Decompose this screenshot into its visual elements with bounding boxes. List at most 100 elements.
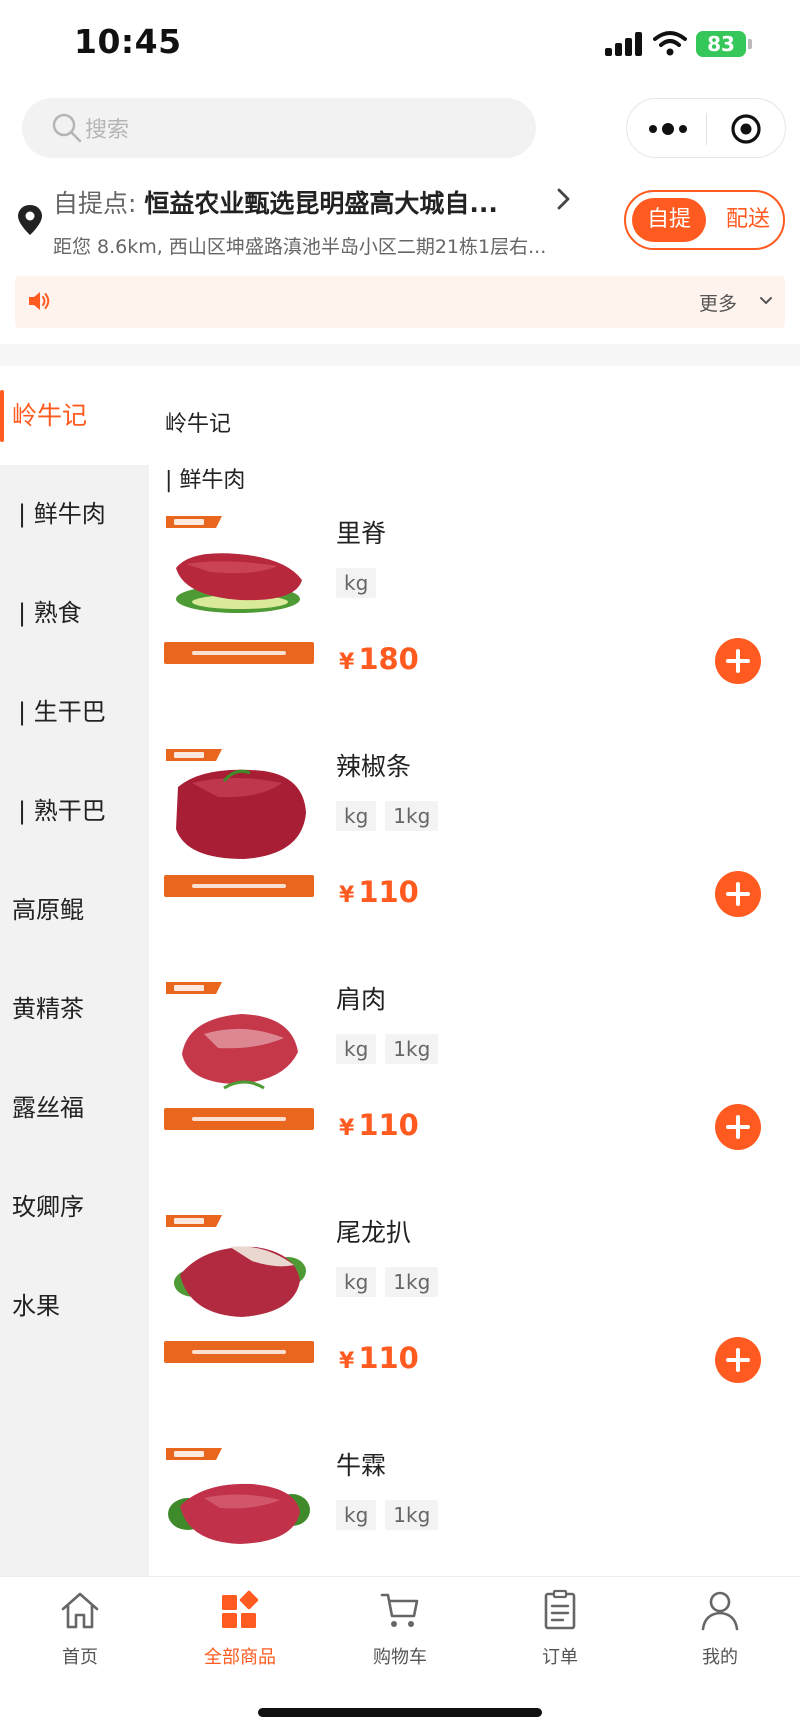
tab-all-products[interactable]: 全部商品: [160, 1589, 320, 1679]
add-to-cart-button[interactable]: [715, 1104, 761, 1150]
close-mini-program-icon[interactable]: [730, 113, 762, 145]
tab-cart[interactable]: 购物车: [320, 1589, 480, 1679]
more-menu-button[interactable]: [649, 123, 687, 135]
speaker-icon: [29, 292, 50, 310]
pickup-label: 自提点:: [53, 189, 137, 218]
product-price: ¥110: [339, 1108, 419, 1142]
product-image[interactable]: [164, 1213, 314, 1363]
product-card[interactable]: 尾龙扒 kg 1kg ¥110: [149, 1213, 800, 1446]
add-to-cart-button[interactable]: [715, 638, 761, 684]
delivery-mode-toggle: 自提 配送: [624, 190, 785, 250]
tab-profile[interactable]: 我的: [640, 1589, 800, 1679]
product-name: 里脊: [336, 519, 387, 548]
price-amount: 180: [358, 642, 419, 676]
home-icon: [61, 1592, 99, 1629]
sidebar-item-cooked-dried-beef[interactable]: | 熟干巴: [0, 762, 149, 861]
search-input[interactable]: 搜索: [22, 98, 536, 158]
status-bar: 10:45 83: [0, 0, 800, 90]
spec-tag[interactable]: 1kg: [385, 1034, 439, 1064]
home-indicator: [258, 1708, 542, 1717]
profile-icon: [701, 1591, 739, 1631]
product-spec-tags: kg 1kg: [336, 801, 447, 831]
product-spec-tags: kg 1kg: [336, 1267, 447, 1297]
price-currency: ¥: [339, 650, 355, 675]
price-amount: 110: [358, 1108, 419, 1142]
product-image[interactable]: [164, 1446, 314, 1576]
tab-home[interactable]: 首页: [0, 1589, 160, 1679]
sidebar-item-meiqingxu[interactable]: 玫卿序: [0, 1158, 149, 1257]
cellular-signal-icon: [605, 32, 645, 56]
sidebar-item-cooked-food[interactable]: | 熟食: [0, 564, 149, 663]
subcategory-title: | 鲜牛肉: [165, 468, 246, 493]
tab-label: 全部商品: [204, 1647, 276, 1668]
add-to-cart-button[interactable]: [715, 1337, 761, 1383]
tab-label: 首页: [62, 1647, 98, 1668]
price-currency: ¥: [339, 1116, 355, 1141]
spec-tag[interactable]: 1kg: [385, 1500, 439, 1530]
product-image[interactable]: [164, 514, 314, 664]
spec-tag[interactable]: kg: [336, 1500, 377, 1530]
price-amount: 110: [358, 1341, 419, 1375]
tab-label: 购物车: [373, 1647, 427, 1668]
product-price: ¥110: [339, 875, 419, 909]
product-price: ¥110: [339, 1341, 419, 1375]
notice-more-link[interactable]: 更多: [699, 289, 737, 316]
sidebar-item-raw-dried-beef[interactable]: | 生干巴: [0, 663, 149, 762]
product-spec-tags: kg 1kg: [336, 1500, 447, 1530]
price-currency: ¥: [339, 883, 355, 908]
sidebar-item-fresh-beef[interactable]: | 鲜牛肉: [0, 465, 149, 564]
product-spec-tags: kg 1kg: [336, 1034, 447, 1064]
mini-program-capsule: [626, 98, 786, 158]
chevron-down-icon[interactable]: [759, 296, 773, 306]
sidebar-item-linniuji[interactable]: 岭牛记: [0, 366, 149, 465]
search-icon: [52, 113, 82, 143]
orders-icon: [544, 1589, 576, 1630]
add-to-cart-button[interactable]: [715, 871, 761, 917]
all-products-icon: [222, 1590, 259, 1628]
product-card[interactable]: 牛霖 kg 1kg: [149, 1446, 800, 1576]
chevron-right-icon[interactable]: [553, 187, 573, 211]
spec-tag[interactable]: 1kg: [385, 801, 439, 831]
sidebar-item-plateau-fish[interactable]: 高原鲲: [0, 861, 149, 960]
pickup-address: 距您 8.6km, 西山区坤盛路滇池半岛小区二期21栋1层右...: [53, 236, 547, 258]
category-sidebar: 岭牛记 | 鲜牛肉 | 熟食 | 生干巴 | 熟干巴 高原鲲 黄精茶 露丝福 玫…: [0, 366, 149, 1576]
product-name: 肩肉: [336, 985, 387, 1014]
cart-icon: [380, 1593, 419, 1627]
sidebar-item-lusifu[interactable]: 露丝福: [0, 1059, 149, 1158]
product-name: 尾龙扒: [336, 1218, 412, 1247]
battery-cap: [748, 39, 752, 49]
price-amount: 110: [358, 875, 419, 909]
sidebar-item-fruit[interactable]: 水果: [0, 1257, 149, 1356]
delivery-button[interactable]: 配送: [718, 198, 778, 242]
product-card[interactable]: 辣椒条 kg 1kg ¥110: [149, 747, 800, 980]
price-currency: ¥: [339, 1349, 355, 1374]
spec-tag[interactable]: 1kg: [385, 1267, 439, 1297]
product-card[interactable]: 里脊 kg ¥180: [149, 514, 800, 747]
product-image[interactable]: [164, 980, 314, 1130]
capsule-divider: [706, 113, 707, 145]
status-time: 10:45: [74, 22, 182, 61]
spec-tag[interactable]: kg: [336, 568, 377, 598]
search-placeholder: 搜索: [85, 118, 130, 143]
tab-label: 我的: [702, 1647, 738, 1668]
spec-tag[interactable]: kg: [336, 1034, 377, 1064]
notice-bar: 更多: [15, 276, 785, 328]
product-list: 岭牛记 | 鲜牛肉 里脊 kg ¥180 辣椒条 kg 1kg ¥ 110 肩肉…: [149, 366, 800, 1576]
product-card[interactable]: 肩肉 kg 1kg ¥110: [149, 980, 800, 1213]
product-price: ¥180: [339, 642, 419, 676]
self-pickup-button[interactable]: 自提: [632, 198, 706, 242]
section-divider: [0, 344, 800, 366]
spec-tag[interactable]: kg: [336, 801, 377, 831]
pickup-name: 恒益农业甄选昆明盛高大城自...: [144, 189, 498, 218]
sidebar-item-polygonatum-tea[interactable]: 黄精茶: [0, 960, 149, 1059]
tab-orders[interactable]: 订单: [480, 1589, 640, 1679]
product-spec-tags: kg: [336, 568, 385, 598]
location-pin-icon: [18, 205, 42, 235]
spec-tag[interactable]: kg: [336, 1267, 377, 1297]
tab-label: 订单: [542, 1647, 578, 1668]
pickup-point-title[interactable]: 自提点: 恒益农业甄选昆明盛高大城自...: [53, 184, 553, 220]
product-name: 牛霖: [336, 1451, 387, 1480]
wifi-icon: [653, 31, 687, 56]
product-name: 辣椒条: [336, 752, 412, 781]
product-image[interactable]: [164, 747, 314, 897]
